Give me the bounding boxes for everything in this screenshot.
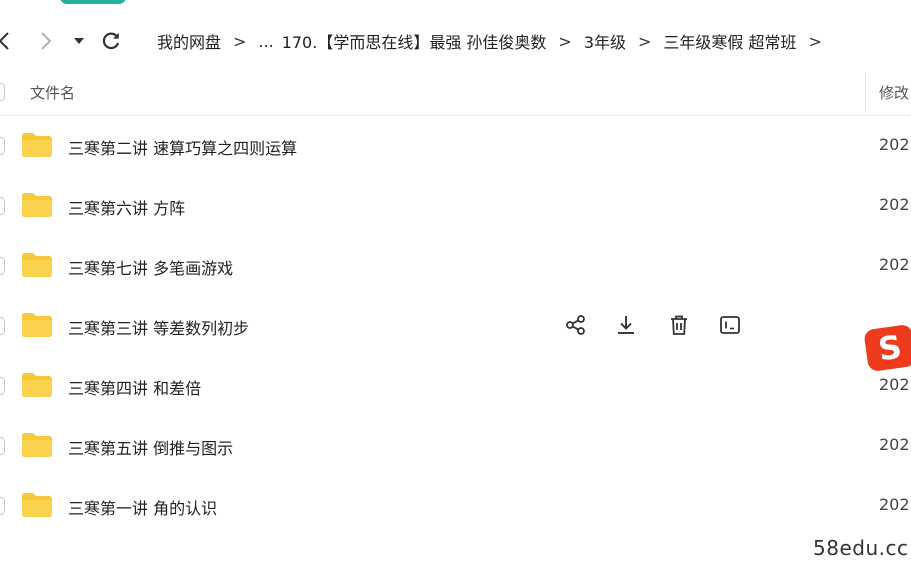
file-name[interactable]: 三寒第三讲 等差数列初步 — [68, 315, 249, 339]
file-modified-date: 202 — [879, 255, 910, 274]
folder-icon — [22, 193, 52, 217]
breadcrumb-separator: > — [638, 31, 652, 51]
file-name[interactable]: 三寒第七讲 多笔画游戏 — [68, 255, 233, 279]
file-row[interactable]: 三寒第二讲 速算巧算之四则运算 202 — [0, 116, 911, 176]
caret-down-icon — [74, 38, 84, 44]
back-button[interactable] — [0, 28, 14, 54]
download-button[interactable] — [613, 312, 639, 338]
folder-icon — [22, 433, 52, 457]
file-name[interactable]: 三寒第五讲 倒推与图示 — [68, 435, 233, 459]
column-divider[interactable] — [865, 72, 866, 112]
file-manager-window: 我的网盘 > ... 170.【学而思在线】最强 孙佳俊奥数 > 3年级 > 三… — [0, 0, 911, 567]
rename-button[interactable] — [717, 312, 743, 338]
refresh-button[interactable] — [99, 28, 123, 54]
download-icon — [618, 316, 634, 334]
share-icon — [566, 315, 585, 335]
breadcrumb-separator: > — [808, 31, 822, 51]
file-name[interactable]: 三寒第二讲 速算巧算之四则运算 — [68, 135, 297, 159]
file-name[interactable]: 三寒第一讲 角的认识 — [68, 495, 217, 519]
breadcrumb: 我的网盘 > ... 170.【学而思在线】最强 孙佳俊奥数 > 3年级 > 三… — [157, 29, 834, 53]
file-modified-date: 202 — [879, 375, 910, 394]
folder-icon — [22, 313, 52, 337]
sogou-input-badge[interactable]: S — [863, 323, 911, 373]
row-checkbox[interactable] — [0, 137, 5, 155]
row-checkbox[interactable] — [0, 437, 5, 455]
folder-icon — [22, 493, 52, 517]
file-row[interactable]: 三寒第六讲 方阵 202 — [0, 176, 911, 236]
file-name[interactable]: 三寒第四讲 和差倍 — [68, 375, 201, 399]
file-list-header: 文件名 修改 — [0, 68, 911, 116]
delete-icon — [671, 315, 687, 335]
breadcrumb-separator: > — [233, 31, 247, 51]
breadcrumb-separator: > — [558, 31, 572, 51]
delete-button[interactable] — [666, 312, 692, 338]
column-header-filename[interactable]: 文件名 — [30, 82, 75, 103]
file-row[interactable]: 三寒第四讲 和差倍 202 — [0, 356, 911, 416]
file-row-hovered[interactable]: 三寒第三讲 等差数列初步 — [0, 296, 911, 356]
breadcrumb-item-current[interactable]: 三年级寒假 超常班 — [663, 29, 796, 53]
row-checkbox[interactable] — [0, 257, 5, 275]
file-row[interactable]: 三寒第一讲 角的认识 202 — [0, 476, 911, 536]
chevron-right-icon — [41, 32, 52, 50]
file-modified-date: 202 — [879, 495, 910, 514]
row-checkbox[interactable] — [0, 497, 5, 515]
share-button[interactable] — [563, 312, 589, 338]
folder-icon — [22, 253, 52, 277]
row-checkbox[interactable] — [0, 317, 5, 335]
sogou-badge-letter: S — [875, 327, 905, 369]
file-modified-date: 202 — [879, 195, 910, 214]
watermark-text: 58edu.cc — [813, 536, 909, 560]
navigation-bar: 我的网盘 > ... 170.【学而思在线】最强 孙佳俊奥数 > 3年级 > 三… — [0, 22, 911, 60]
select-all-checkbox[interactable] — [0, 83, 5, 101]
breadcrumb-item-grade[interactable]: 3年级 — [584, 29, 626, 53]
breadcrumb-item-root[interactable]: 我的网盘 — [157, 29, 221, 53]
file-name[interactable]: 三寒第六讲 方阵 — [68, 195, 185, 219]
history-dropdown-button[interactable] — [72, 28, 86, 54]
file-row[interactable]: 三寒第七讲 多笔画游戏 202 — [0, 236, 911, 296]
column-header-modified[interactable]: 修改 — [879, 82, 909, 103]
refresh-icon — [102, 32, 120, 50]
breadcrumb-item-ellipsis[interactable]: ... — [258, 32, 273, 51]
chevron-left-icon — [0, 32, 9, 50]
breadcrumb-item-course[interactable]: 170.【学而思在线】最强 孙佳俊奥数 — [282, 29, 547, 53]
file-modified-date: 202 — [879, 135, 910, 154]
file-row[interactable]: 三寒第五讲 倒推与图示 202 — [0, 416, 911, 476]
file-modified-date: 202 — [879, 435, 910, 454]
top-tab-indicator[interactable] — [60, 0, 126, 4]
forward-button[interactable] — [36, 28, 56, 54]
rename-icon — [720, 316, 740, 334]
row-checkbox[interactable] — [0, 377, 5, 395]
folder-icon — [22, 133, 52, 157]
folder-icon — [22, 373, 52, 397]
row-checkbox[interactable] — [0, 197, 5, 215]
